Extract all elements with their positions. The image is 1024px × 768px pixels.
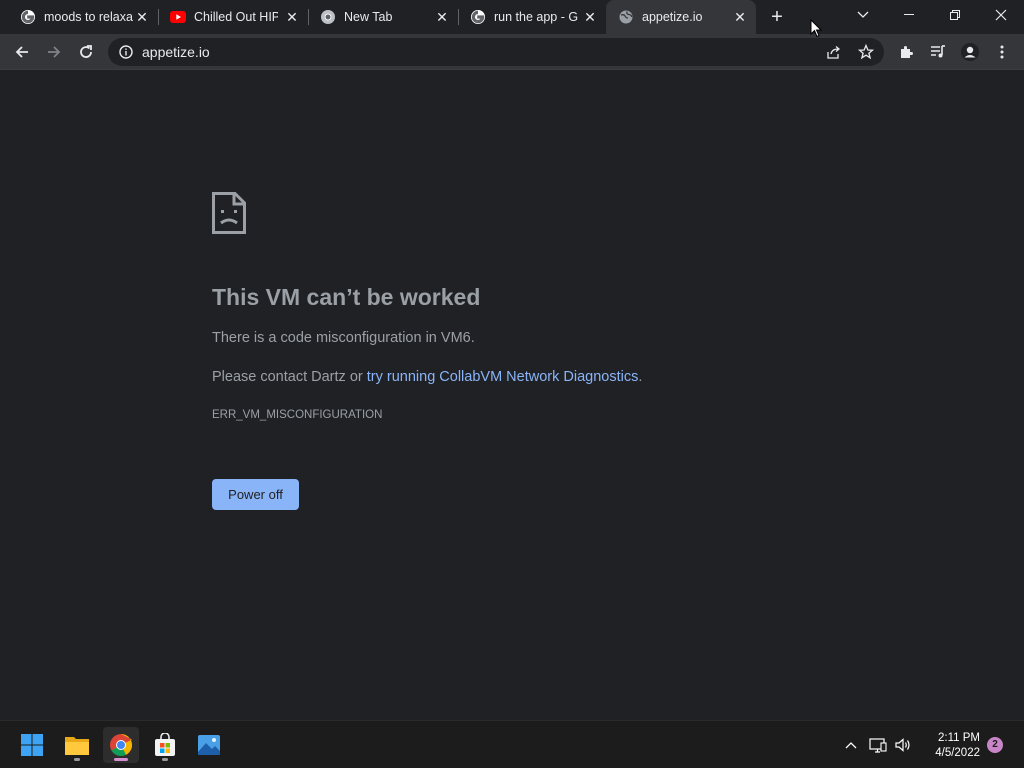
profile-button[interactable] bbox=[956, 38, 984, 66]
globe-icon bbox=[618, 9, 634, 25]
file-explorer-button[interactable] bbox=[59, 727, 95, 763]
bookmark-star-icon[interactable] bbox=[856, 42, 876, 62]
mouse-cursor-icon bbox=[810, 18, 823, 43]
close-icon[interactable]: ✕ bbox=[582, 9, 598, 25]
tab-new-tab[interactable]: New Tab ✕ bbox=[308, 0, 458, 34]
close-icon[interactable]: ✕ bbox=[732, 9, 748, 25]
tab-title: Chilled Out HIP- bbox=[194, 10, 278, 24]
reload-icon bbox=[80, 45, 92, 58]
volume-icon[interactable] bbox=[893, 735, 913, 755]
clock-date: 4/5/2022 bbox=[935, 747, 980, 759]
menu-button[interactable] bbox=[988, 38, 1016, 66]
diagnostics-link[interactable]: try running CollabVM Network Diagnostics bbox=[367, 369, 639, 385]
google-icon bbox=[470, 9, 486, 25]
arrow-left-icon bbox=[15, 46, 28, 58]
close-icon[interactable]: ✕ bbox=[134, 9, 150, 25]
forward-button[interactable] bbox=[40, 38, 68, 66]
tab-run-the-app[interactable]: run the app - Go ✕ bbox=[458, 0, 606, 34]
extensions-button[interactable] bbox=[892, 38, 920, 66]
power-off-button[interactable]: Power off bbox=[212, 479, 299, 510]
tab-strip: moods to relaxa ✕ Chilled Out HIP- ✕ New… bbox=[0, 0, 1024, 34]
tab-moods[interactable]: moods to relaxa ✕ bbox=[8, 0, 158, 34]
running-indicator bbox=[74, 758, 80, 761]
google-icon bbox=[20, 9, 36, 25]
close-icon[interactable]: ✕ bbox=[284, 9, 300, 25]
suggestion-prefix: Please contact Dartz or bbox=[212, 369, 367, 385]
media-controls-button[interactable] bbox=[924, 38, 952, 66]
error-title: This VM can’t be worked bbox=[212, 284, 481, 310]
photos-button[interactable] bbox=[191, 727, 227, 763]
network-icon[interactable] bbox=[868, 735, 888, 755]
chrome-icon bbox=[320, 9, 336, 25]
tab-title: moods to relaxa bbox=[44, 10, 133, 24]
profile-icon bbox=[961, 43, 979, 61]
tab-youtube[interactable]: Chilled Out HIP- ✕ bbox=[158, 0, 308, 34]
info-icon[interactable] bbox=[118, 44, 134, 65]
arrow-right-icon bbox=[48, 46, 61, 58]
share-icon[interactable] bbox=[824, 42, 844, 62]
restore-icon bbox=[950, 10, 960, 20]
chrome-icon bbox=[110, 734, 132, 756]
close-window-button[interactable] bbox=[978, 0, 1024, 30]
address-bar[interactable]: appetize.io bbox=[108, 38, 884, 66]
browser-toolbar: appetize.io bbox=[0, 34, 1024, 70]
chrome-taskbar-button[interactable] bbox=[103, 727, 139, 763]
store-button[interactable] bbox=[147, 727, 183, 763]
reload-button[interactable] bbox=[72, 38, 100, 66]
chevron-down-icon bbox=[857, 11, 869, 18]
puzzle-icon bbox=[901, 46, 913, 58]
tab-title: New Tab bbox=[344, 10, 393, 24]
clock-time: 2:11 PM bbox=[938, 732, 980, 744]
suggestion-suffix: . bbox=[638, 369, 643, 385]
back-button[interactable] bbox=[8, 38, 36, 66]
tab-appetize[interactable]: appetize.io ✕ bbox=[606, 0, 756, 34]
more-vert-icon bbox=[1000, 45, 1004, 59]
close-icon bbox=[995, 9, 1007, 21]
tab-title: run the app - Go bbox=[494, 10, 578, 24]
photos-icon bbox=[198, 735, 220, 755]
system-clock[interactable]: 2:11 PM 4/5/2022 bbox=[920, 731, 980, 761]
folder-icon bbox=[65, 737, 89, 755]
tab-search-button[interactable] bbox=[840, 0, 886, 30]
start-button[interactable] bbox=[14, 727, 50, 763]
close-icon[interactable]: ✕ bbox=[434, 9, 450, 25]
sad-page-icon bbox=[212, 192, 246, 239]
show-hidden-icons-button[interactable] bbox=[841, 735, 861, 755]
playlist-icon bbox=[931, 45, 945, 58]
store-icon bbox=[155, 733, 175, 756]
new-tab-button[interactable]: + bbox=[765, 5, 789, 29]
error-code: ERR_VM_MISCONFIGURATION bbox=[212, 409, 383, 421]
minimize-icon bbox=[904, 14, 914, 15]
tab-title: appetize.io bbox=[642, 10, 703, 24]
youtube-icon bbox=[170, 9, 186, 25]
minimize-button[interactable] bbox=[886, 0, 932, 30]
notification-badge[interactable]: 2 bbox=[987, 737, 1003, 753]
error-description: There is a code misconfiguration in VM6. bbox=[212, 330, 475, 346]
running-indicator bbox=[162, 758, 168, 761]
chevron-up-icon bbox=[845, 742, 857, 749]
error-suggestion: Please contact Dartz or try running Coll… bbox=[212, 369, 642, 385]
taskbar: 2:11 PM 4/5/2022 2 bbox=[0, 720, 1024, 768]
active-indicator bbox=[114, 758, 128, 761]
restore-button[interactable] bbox=[932, 0, 978, 30]
windows-start-icon bbox=[21, 734, 43, 756]
url-text: appetize.io bbox=[142, 44, 210, 60]
